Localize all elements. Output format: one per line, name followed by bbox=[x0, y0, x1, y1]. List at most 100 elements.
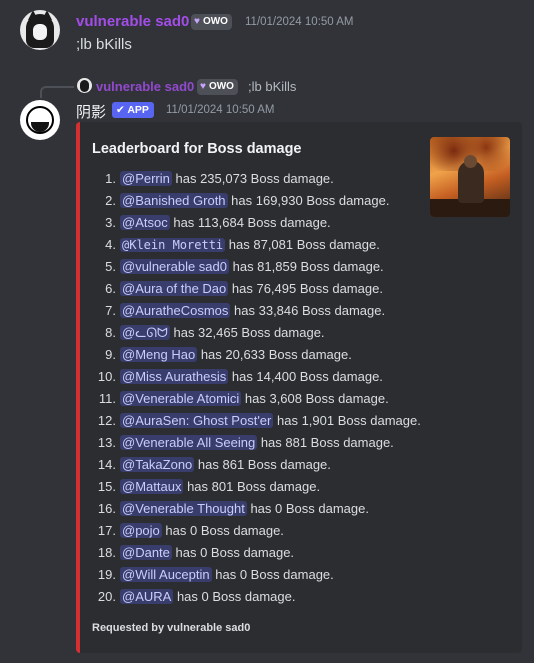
user-mention[interactable]: @Klein Moretti bbox=[120, 238, 226, 252]
rank-number: 3. bbox=[105, 215, 116, 230]
score-text: has 235,073 Boss damage. bbox=[175, 171, 334, 186]
app-badge: ✔ APP bbox=[112, 102, 154, 118]
user-mention[interactable]: @Dante bbox=[120, 545, 172, 560]
user-mention[interactable]: @Venerable Thought bbox=[120, 501, 247, 516]
user-mention[interactable]: @Aura of the Dao bbox=[120, 281, 229, 296]
user-mention[interactable]: @TakaZono bbox=[120, 457, 195, 472]
user-mention[interactable]: @Mattaux bbox=[120, 479, 184, 494]
leaderboard-row: 5. @vulnerable sad0 has 81,859 Boss damag… bbox=[92, 258, 384, 276]
rank-number: 1. bbox=[105, 171, 116, 186]
embed-footer: Requested by vulnerable sad0 bbox=[92, 622, 251, 634]
score-text: has 0 Boss damage. bbox=[175, 545, 295, 560]
score-text: has 32,465 Boss damage. bbox=[173, 325, 325, 340]
leaderboard-row: 10. @Miss Aurathesis has 14,400 Boss dama… bbox=[92, 368, 383, 386]
leaderboard-embed: Leaderboard for Boss damage 1. @Perrin ha… bbox=[76, 122, 522, 653]
avatar-hair bbox=[80, 80, 89, 92]
guild-tag[interactable]: ♥ OWO bbox=[191, 14, 232, 30]
rank-number: 13. bbox=[97, 435, 116, 450]
rank-number: 9. bbox=[105, 347, 116, 362]
user-mention[interactable]: @AURA bbox=[120, 589, 174, 604]
leaderboard-row: 4. @Klein Moretti has 87,081 Boss damage. bbox=[92, 236, 380, 254]
rank-number: 17. bbox=[97, 523, 116, 538]
reply-content[interactable]: ;lb bKills bbox=[248, 79, 296, 94]
score-text: has 87,081 Boss damage. bbox=[228, 237, 380, 252]
user-mention[interactable]: @ᓚᘏᗢ bbox=[120, 325, 170, 340]
leaderboard-row: 16. @Venerable Thought has 0 Boss damage. bbox=[92, 500, 369, 518]
leaderboard-row: 12. @AuraSen: Ghost Post'er has 1,901 Bos… bbox=[92, 412, 421, 430]
reply-username[interactable]: vulnerable sad0 bbox=[96, 79, 194, 94]
score-text: has 0 Boss damage. bbox=[250, 501, 369, 516]
guild-tag-label: OWO bbox=[208, 81, 234, 92]
embed-thumbnail[interactable] bbox=[430, 137, 510, 217]
leaderboard-row: 2. @Banished Groth has 169,930 Boss damag… bbox=[92, 192, 389, 210]
rank-number: 19. bbox=[97, 567, 116, 582]
score-text: has 861 Boss damage. bbox=[197, 457, 331, 472]
leaderboard-row: 6. @Aura of the Dao has 76,495 Boss damag… bbox=[92, 280, 383, 298]
reply-avatar[interactable] bbox=[77, 78, 92, 93]
user-mention[interactable]: @Atsoc bbox=[120, 215, 170, 230]
rank-number: 18. bbox=[97, 545, 116, 560]
rank-number: 15. bbox=[97, 479, 116, 494]
rank-number: 14. bbox=[97, 457, 116, 472]
score-text: has 3,608 Boss damage. bbox=[244, 391, 389, 406]
rank-number: 2. bbox=[105, 193, 116, 208]
reply-connector bbox=[40, 86, 74, 98]
score-text: has 169,930 Boss damage. bbox=[231, 193, 390, 208]
user-mention[interactable]: @Perrin bbox=[120, 171, 172, 186]
score-text: has 14,400 Boss damage. bbox=[231, 369, 383, 384]
rank-number: 8. bbox=[105, 325, 116, 340]
check-icon: ✔ bbox=[116, 104, 125, 116]
rank-number: 12. bbox=[97, 413, 116, 428]
score-text: has 801 Boss damage. bbox=[187, 479, 321, 494]
message-content: ;lb bKills bbox=[76, 36, 132, 53]
avatar-face bbox=[33, 24, 47, 40]
user-mention[interactable]: @Meng Hao bbox=[120, 347, 198, 362]
score-text: has 81,859 Boss damage. bbox=[232, 259, 384, 274]
leaderboard-row: 7. @AuratheCosmos has 33,846 Boss damage. bbox=[92, 302, 385, 320]
user-mention[interactable]: @Venerable Atomici bbox=[120, 391, 242, 406]
score-text: has 113,684 Boss damage. bbox=[173, 215, 331, 230]
user-mention[interactable]: @AuratheCosmos bbox=[120, 303, 231, 318]
user-mention[interactable]: @Venerable All Seeing bbox=[120, 435, 258, 450]
thumbnail-head bbox=[464, 155, 477, 168]
leaderboard-row: 20. @AURA has 0 Boss damage. bbox=[92, 588, 295, 606]
avatar[interactable] bbox=[20, 10, 60, 50]
guild-tag-label: OWO bbox=[202, 16, 228, 27]
score-text: has 0 Boss damage. bbox=[165, 523, 284, 538]
user-mention[interactable]: @AuraSen: Ghost Post'er bbox=[120, 413, 274, 428]
rank-number: 5. bbox=[105, 259, 116, 274]
leaderboard-row: 17. @pojo has 0 Boss damage. bbox=[92, 522, 284, 540]
score-text: has 0 Boss damage. bbox=[215, 567, 334, 582]
leaderboard-row: 14. @TakaZono has 861 Boss damage. bbox=[92, 456, 331, 474]
timestamp: 11/01/2024 10:50 AM bbox=[245, 16, 354, 28]
timestamp: 11/01/2024 10:50 AM bbox=[166, 104, 275, 116]
user-mention[interactable]: @Will Auceptin bbox=[120, 567, 212, 582]
user-mention[interactable]: @vulnerable sad0 bbox=[120, 259, 229, 274]
leaderboard-row: 13. @Venerable All Seeing has 881 Boss da… bbox=[92, 434, 394, 452]
leaderboard-row: 1. @Perrin has 235,073 Boss damage. bbox=[92, 170, 334, 188]
leaderboard-row: 11. @Venerable Atomici has 3,608 Boss dam… bbox=[92, 390, 389, 408]
leaderboard-row: 3. @Atsoc has 113,684 Boss damage. bbox=[92, 214, 331, 232]
bot-username[interactable]: 阴影 bbox=[76, 101, 106, 122]
username[interactable]: vulnerable sad0 bbox=[76, 13, 189, 30]
rank-number: 20. bbox=[97, 589, 116, 604]
heart-icon: ♥ bbox=[200, 81, 206, 92]
leaderboard-row: 9. @Meng Hao has 20,633 Boss damage. bbox=[92, 346, 352, 364]
score-text: has 33,846 Boss damage. bbox=[234, 303, 386, 318]
leaderboard-row: 19. @Will Auceptin has 0 Boss damage. bbox=[92, 566, 334, 584]
user-mention[interactable]: @pojo bbox=[120, 523, 162, 538]
rank-number: 10. bbox=[97, 369, 116, 384]
score-text: has 881 Boss damage. bbox=[260, 435, 394, 450]
app-badge-label: APP bbox=[127, 104, 149, 116]
leaderboard-row: 15. @Mattaux has 801 Boss damage. bbox=[92, 478, 320, 496]
user-mention[interactable]: @Miss Aurathesis bbox=[120, 369, 229, 384]
user-mention[interactable]: @Banished Groth bbox=[120, 193, 228, 208]
rank-number: 4. bbox=[105, 237, 116, 252]
embed-title: Leaderboard for Boss damage bbox=[92, 141, 302, 157]
heart-icon: ♥ bbox=[194, 16, 200, 27]
rank-number: 11. bbox=[98, 391, 116, 406]
reply-guild-tag[interactable]: ♥ OWO bbox=[197, 79, 238, 95]
rank-number: 6. bbox=[105, 281, 116, 296]
bot-avatar[interactable] bbox=[20, 100, 60, 140]
rank-number: 7. bbox=[105, 303, 116, 318]
